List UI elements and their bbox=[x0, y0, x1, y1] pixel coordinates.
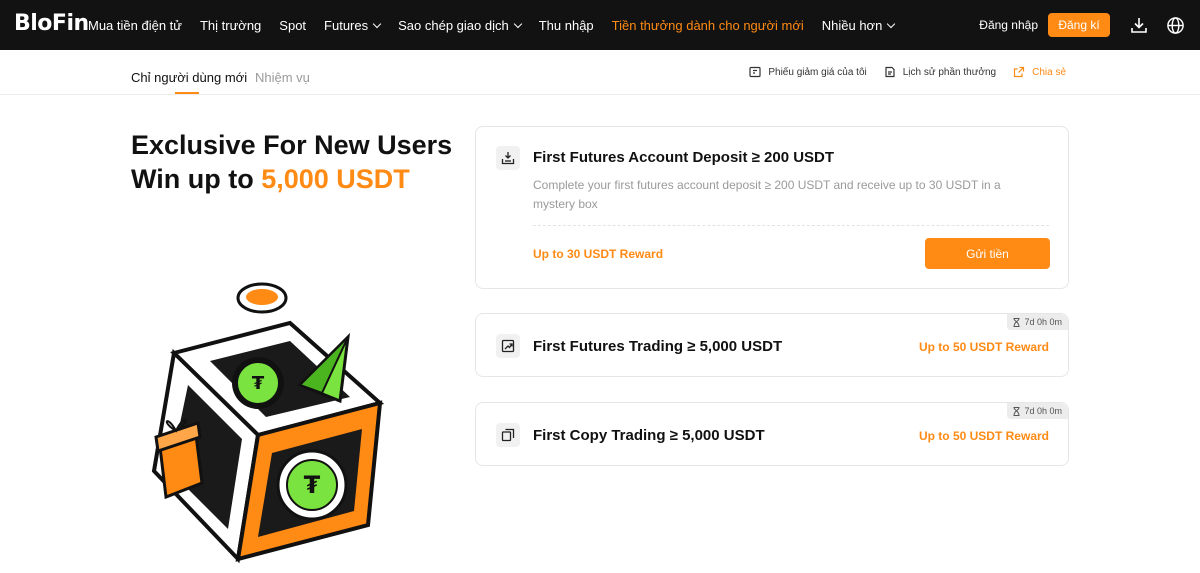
countdown-text: 7d 0h 0m bbox=[1024, 317, 1062, 327]
subnav-links: Phiếu giảm giá của tôi Lịch sử phần thưở… bbox=[732, 66, 1066, 78]
active-tab-indicator bbox=[175, 92, 199, 94]
copy-icon bbox=[496, 423, 520, 447]
signup-button[interactable]: Đăng kí bbox=[1048, 13, 1110, 37]
coupon-icon bbox=[749, 66, 761, 78]
history-icon bbox=[884, 66, 896, 78]
nav-label: Mua tiền điện tử bbox=[88, 17, 182, 33]
nav-label: Nhiều hơn bbox=[821, 17, 883, 33]
blofin-logo[interactable]: BloFin bbox=[14, 11, 89, 36]
deposit-icon bbox=[496, 146, 520, 170]
nav-actions: Đăng nhập Đăng kí bbox=[979, 0, 1200, 50]
hourglass-icon bbox=[1013, 317, 1020, 327]
task-card-copy-trading[interactable]: 7d 0h 0m First Copy Trading ≥ 5,000 USDT… bbox=[475, 402, 1069, 466]
trading-icon bbox=[496, 334, 520, 358]
tab-tasks[interactable]: Nhiệm vụ bbox=[255, 70, 310, 85]
hourglass-icon bbox=[1013, 406, 1020, 416]
task-reward: Up to 30 USDT Reward bbox=[533, 247, 664, 261]
share-label: Chia sẻ bbox=[1032, 66, 1066, 78]
reward-history-label: Lịch sử phần thưởng bbox=[902, 66, 997, 78]
nav-item-markets[interactable]: Thị trường bbox=[200, 18, 261, 33]
nav-label: Sao chép giao dịch bbox=[398, 17, 509, 33]
task-reward: Up to 50 USDT Reward bbox=[918, 429, 1049, 443]
nav-label: Thu nhập bbox=[538, 17, 594, 33]
chevron-down-icon bbox=[372, 19, 382, 28]
main-nav: Mua tiền điện tử Thị trường Spot Futures… bbox=[88, 0, 912, 50]
chevron-down-icon bbox=[513, 19, 522, 28]
sub-navigation: Chỉ người dùng mới Nhiệm vụ Phiếu giảm g… bbox=[0, 50, 1200, 95]
countdown-badge: 7d 0h 0m bbox=[1007, 403, 1068, 419]
hero-line-2-prefix: Win up to bbox=[131, 164, 262, 194]
download-icon[interactable] bbox=[1128, 14, 1150, 36]
task-title: First Copy Trading ≥ 5,000 USDT bbox=[533, 427, 765, 444]
mystery-box-illustration: ₮ ₮ bbox=[151, 282, 385, 564]
countdown-text: 7d 0h 0m bbox=[1024, 406, 1062, 416]
nav-item-copy-trading[interactable]: Sao chép giao dịch bbox=[398, 17, 522, 33]
my-coupons-link[interactable]: Phiếu giảm giá của tôi bbox=[749, 66, 867, 78]
share-icon bbox=[1013, 66, 1025, 78]
card-divider bbox=[533, 225, 1049, 226]
task-title: First Futures Trading ≥ 5,000 USDT bbox=[533, 338, 783, 355]
deposit-button[interactable]: Gửi tiền bbox=[925, 238, 1050, 269]
tether-coin-front-icon: ₮ bbox=[276, 449, 348, 521]
nav-item-earn[interactable]: Thu nhập bbox=[539, 18, 594, 33]
svg-text:₮: ₮ bbox=[304, 471, 321, 499]
hero-title: Exclusive For New Users Win up to 5,000 … bbox=[131, 128, 452, 196]
floating-coin-icon bbox=[236, 282, 288, 314]
reward-history-link[interactable]: Lịch sử phần thưởng bbox=[884, 66, 996, 78]
nav-label: Futures bbox=[324, 17, 369, 33]
nav-label: Spot bbox=[279, 17, 307, 33]
hero-line-1: Exclusive For New Users bbox=[131, 130, 453, 160]
hero-amount: 5,000 USDT bbox=[261, 164, 410, 194]
task-description: Complete your first futures account depo… bbox=[533, 178, 1001, 211]
tab-new-users-only[interactable]: Chỉ người dùng mới bbox=[131, 70, 247, 85]
task-card-deposit: First Futures Account Deposit ≥ 200 USDT… bbox=[475, 126, 1069, 289]
top-navbar: BloFin Mua tiền điện tử Thị trường Spot … bbox=[0, 0, 1200, 50]
svg-text:₮: ₮ bbox=[252, 373, 265, 394]
globe-icon[interactable] bbox=[1164, 14, 1186, 36]
tether-coin-top-icon: ₮ bbox=[232, 357, 284, 409]
share-link[interactable]: Chia sẻ bbox=[1013, 66, 1066, 78]
login-link[interactable]: Đăng nhập bbox=[979, 18, 1038, 32]
nav-label: Tiền thưởng dành cho người mới bbox=[611, 17, 804, 33]
nav-item-more[interactable]: Nhiều hơn bbox=[821, 17, 896, 33]
nav-item-spot[interactable]: Spot bbox=[279, 18, 306, 33]
nav-item-futures[interactable]: Futures bbox=[324, 17, 382, 33]
chevron-down-icon bbox=[887, 19, 896, 28]
countdown-badge: 7d 0h 0m bbox=[1007, 314, 1068, 330]
nav-item-new-user-bonus[interactable]: Tiền thưởng dành cho người mới bbox=[612, 18, 804, 33]
task-reward: Up to 50 USDT Reward bbox=[918, 340, 1049, 354]
hero-line-2: Win up to 5,000 USDT bbox=[131, 162, 452, 196]
nav-item-buy-crypto[interactable]: Mua tiền điện tử bbox=[88, 18, 182, 33]
nav-label: Thị trường bbox=[199, 17, 262, 33]
my-coupons-label: Phiếu giảm giá của tôi bbox=[768, 66, 867, 78]
task-title: First Futures Account Deposit ≥ 200 USDT bbox=[533, 149, 835, 166]
task-card-futures-trading[interactable]: 7d 0h 0m First Futures Trading ≥ 5,000 U… bbox=[475, 313, 1069, 377]
